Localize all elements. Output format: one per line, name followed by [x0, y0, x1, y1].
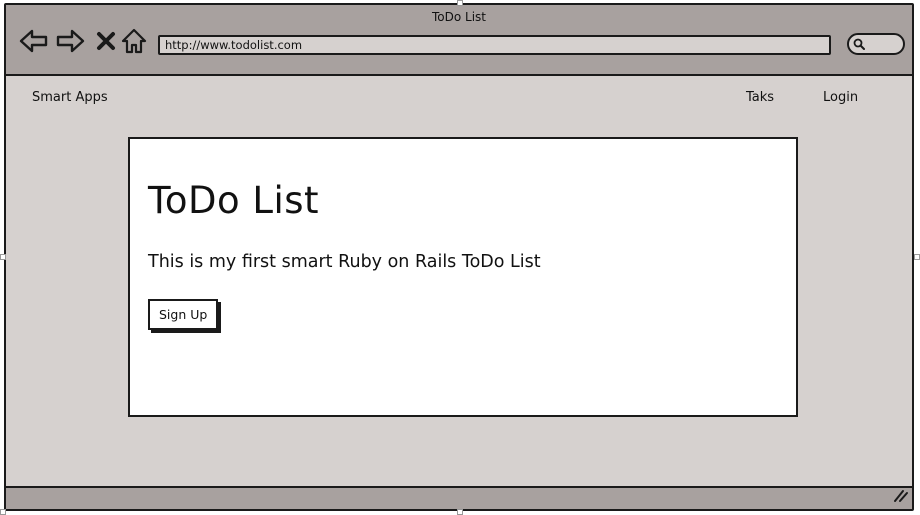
- browser-toolbar: ToDo List: [6, 5, 912, 76]
- search-icon: [853, 35, 865, 54]
- selection-handle[interactable]: [914, 254, 920, 260]
- resize-grip-icon[interactable]: [891, 487, 909, 507]
- site-navbar: Smart Apps Taks Login: [6, 76, 912, 120]
- signup-button[interactable]: Sign Up: [148, 299, 219, 330]
- selection-handle[interactable]: [457, 509, 463, 515]
- page-title: ToDo List: [148, 179, 320, 222]
- browser-search-field[interactable]: [847, 33, 905, 55]
- window-title: ToDo List: [431, 10, 486, 24]
- selection-handle[interactable]: [0, 254, 6, 260]
- selection-handle[interactable]: [0, 509, 6, 515]
- selection-handle[interactable]: [457, 0, 463, 6]
- address-bar[interactable]: [158, 35, 831, 55]
- hero-panel: ToDo List This is my first smart Ruby on…: [128, 137, 798, 417]
- browser-window: ToDo List http://www.todolist.com Smart …: [4, 3, 914, 511]
- page-subtitle: This is my first smart Ruby on Rails ToD…: [148, 252, 541, 272]
- url-input[interactable]: [165, 38, 829, 52]
- nav-link-login[interactable]: Login: [823, 90, 858, 105]
- forward-arrow-icon[interactable]: [54, 25, 86, 57]
- status-bar: [6, 486, 912, 509]
- home-icon[interactable]: [118, 25, 150, 57]
- nav-link-tasks[interactable]: Taks: [746, 90, 774, 105]
- brand-link[interactable]: Smart Apps: [32, 90, 108, 105]
- back-arrow-icon[interactable]: [18, 25, 50, 57]
